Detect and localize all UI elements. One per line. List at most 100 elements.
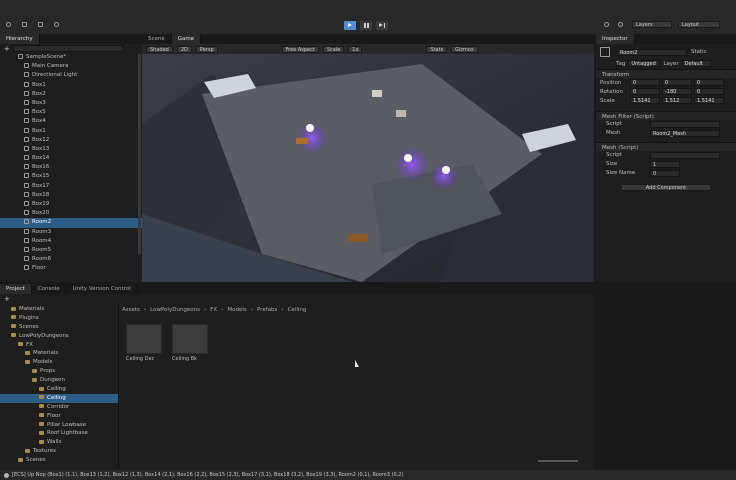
tab-game[interactable]: Game <box>171 34 202 44</box>
breadcrumb-item[interactable]: LowPolyDungeons <box>150 307 200 313</box>
zoom-slider[interactable] <box>538 460 578 462</box>
hierarchy-scrollbar[interactable] <box>138 54 141 254</box>
project-tree-item[interactable]: Ceiling <box>0 393 118 403</box>
history-icon[interactable] <box>604 22 609 27</box>
hierarchy-item[interactable]: Box19 <box>0 200 142 209</box>
project-tree-item[interactable]: Dungeon <box>0 376 118 385</box>
project-tree-item[interactable]: Scenes <box>0 323 118 332</box>
hierarchy-item[interactable]: Box14 <box>0 154 142 163</box>
persp-dropdown[interactable]: Persp <box>195 45 218 53</box>
project-tree-item[interactable]: Textures <box>0 447 118 456</box>
stats-button[interactable]: Stats <box>426 45 448 53</box>
layers-dropdown[interactable]: Layers <box>632 21 672 28</box>
tab-hierarchy[interactable]: Hierarchy <box>0 34 40 44</box>
component1-header[interactable]: Mesh Filter (Script) <box>596 111 736 120</box>
asset-tile[interactable]: Ceiling Dec <box>126 324 162 362</box>
hierarchy-item[interactable]: Room2 <box>0 218 142 228</box>
rotation-z[interactable]: 0 <box>694 88 724 95</box>
scale-x[interactable]: 1.5141 <box>630 97 660 104</box>
hierarchy-item[interactable]: Box16 <box>0 163 142 172</box>
hierarchy-item[interactable]: Box20 <box>0 209 142 218</box>
project-tree-item[interactable]: Props <box>0 367 118 376</box>
breadcrumb-item[interactable]: Models <box>227 307 246 313</box>
hierarchy-item[interactable]: Floor <box>0 264 142 273</box>
project-tree-item[interactable]: Plugins <box>0 314 118 323</box>
breadcrumb-item[interactable]: FX <box>210 307 217 313</box>
hierarchy-item[interactable]: Room4 <box>0 237 142 246</box>
project-divider[interactable] <box>118 303 119 468</box>
project-tree-item[interactable]: Models <box>0 358 118 367</box>
2d-toggle[interactable]: 2D <box>176 45 192 53</box>
breadcrumb-item[interactable]: Ceiling <box>288 307 307 313</box>
project-tree-item[interactable]: LowPolyDungeons <box>0 332 118 341</box>
hierarchy-item[interactable]: Box5 <box>0 108 142 117</box>
scale-z[interactable]: 1.5141 <box>694 97 724 104</box>
pause-icon[interactable] <box>360 21 372 30</box>
layout-dropdown[interactable]: Layout <box>678 21 720 28</box>
component2-header[interactable]: Mesh (Script) <box>596 142 736 151</box>
tab-project[interactable]: Project <box>0 284 32 294</box>
hierarchy-item[interactable]: Room3 <box>0 228 142 237</box>
project-tree-item[interactable]: FX <box>0 341 118 350</box>
project-tree-item[interactable]: Scenes <box>0 456 118 465</box>
object-name-field[interactable]: Room2 <box>617 48 687 56</box>
gizmos-dropdown[interactable]: Gizmos <box>451 45 478 53</box>
tab-version-control[interactable]: Unity Version Control <box>67 284 138 294</box>
rotation-x[interactable]: 0 <box>630 88 660 95</box>
hierarchy-item[interactable]: Box15 <box>0 172 142 181</box>
layer-dropdown[interactable]: Default <box>681 60 712 67</box>
rotation-y[interactable]: -180 <box>662 88 692 95</box>
hierarchy-item[interactable]: Room6 <box>0 255 142 264</box>
add-component-button[interactable]: Add Component <box>621 184 711 191</box>
cloud-icon[interactable] <box>22 22 27 27</box>
add-icon[interactable]: + <box>4 45 10 53</box>
play-icon[interactable] <box>344 21 356 30</box>
project-tree-item[interactable]: Pillar Lowbase <box>0 421 118 430</box>
status-text[interactable]: [ECS] Up Nop (Box1) (1,1), Box13 (1,2), … <box>12 472 403 478</box>
hierarchy-item[interactable]: Box12 <box>0 136 142 145</box>
scale-y[interactable]: 1.512 <box>662 97 692 104</box>
aspect-dropdown[interactable]: Free Aspect <box>281 45 319 53</box>
hierarchy-item[interactable]: Box2 <box>0 90 142 99</box>
scene-viewport[interactable] <box>142 54 594 282</box>
project-tree-item[interactable]: Ceiling <box>0 385 118 394</box>
position-z[interactable]: 0 <box>694 79 724 86</box>
position-y[interactable]: 0 <box>662 79 692 86</box>
scene-row[interactable]: SampleScene* <box>0 53 142 62</box>
dot-icon[interactable] <box>6 22 11 27</box>
collab-icon[interactable] <box>38 22 43 27</box>
position-x[interactable]: 0 <box>630 79 660 86</box>
component2-script-field[interactable] <box>650 152 720 159</box>
hierarchy-item[interactable]: Box13 <box>0 145 142 154</box>
hierarchy-search-input[interactable] <box>12 45 123 52</box>
tag-dropdown[interactable]: Untagged <box>628 60 661 67</box>
step-icon[interactable] <box>376 21 388 30</box>
breadcrumb-item[interactable]: Assets <box>122 307 140 313</box>
hierarchy-item[interactable]: Box1 <box>0 81 142 90</box>
shading-dropdown[interactable]: Shaded <box>146 45 173 53</box>
hierarchy-item[interactable]: Main Camera <box>0 62 142 71</box>
project-tree-item[interactable]: Materials <box>0 305 118 314</box>
services-icon[interactable] <box>54 22 59 27</box>
project-tree-item[interactable]: Floor <box>0 412 118 421</box>
project-add-icon[interactable]: + <box>4 295 10 303</box>
hierarchy-item[interactable]: Box4 <box>0 117 142 126</box>
tab-scene[interactable]: Scene <box>142 34 172 44</box>
project-tree-item[interactable]: Corridor <box>0 403 118 412</box>
component1-mesh-field[interactable]: Room2_Mesh <box>650 130 720 137</box>
breadcrumb-item[interactable]: Prefabs <box>257 307 277 313</box>
component2-sizename-field[interactable]: 0 <box>650 170 680 177</box>
hierarchy-item[interactable]: Directional Light <box>0 71 142 80</box>
tab-inspector[interactable]: Inspector <box>596 34 635 44</box>
scale-value[interactable]: 1x <box>348 45 363 53</box>
project-tree-item[interactable]: Materials <box>0 349 118 358</box>
transform-header[interactable]: Transform <box>596 69 736 78</box>
component2-size-field[interactable]: 1 <box>650 161 680 168</box>
hierarchy-item[interactable]: Box18 <box>0 191 142 200</box>
component1-script-field[interactable] <box>650 121 720 128</box>
tab-console[interactable]: Console <box>32 284 67 294</box>
project-tree-item[interactable]: Roof Lightbase <box>0 429 118 438</box>
hierarchy-item[interactable]: Box1 <box>0 127 142 136</box>
asset-tile[interactable]: Ceiling Bk <box>172 324 208 362</box>
project-tree-item[interactable]: Walls <box>0 438 118 447</box>
